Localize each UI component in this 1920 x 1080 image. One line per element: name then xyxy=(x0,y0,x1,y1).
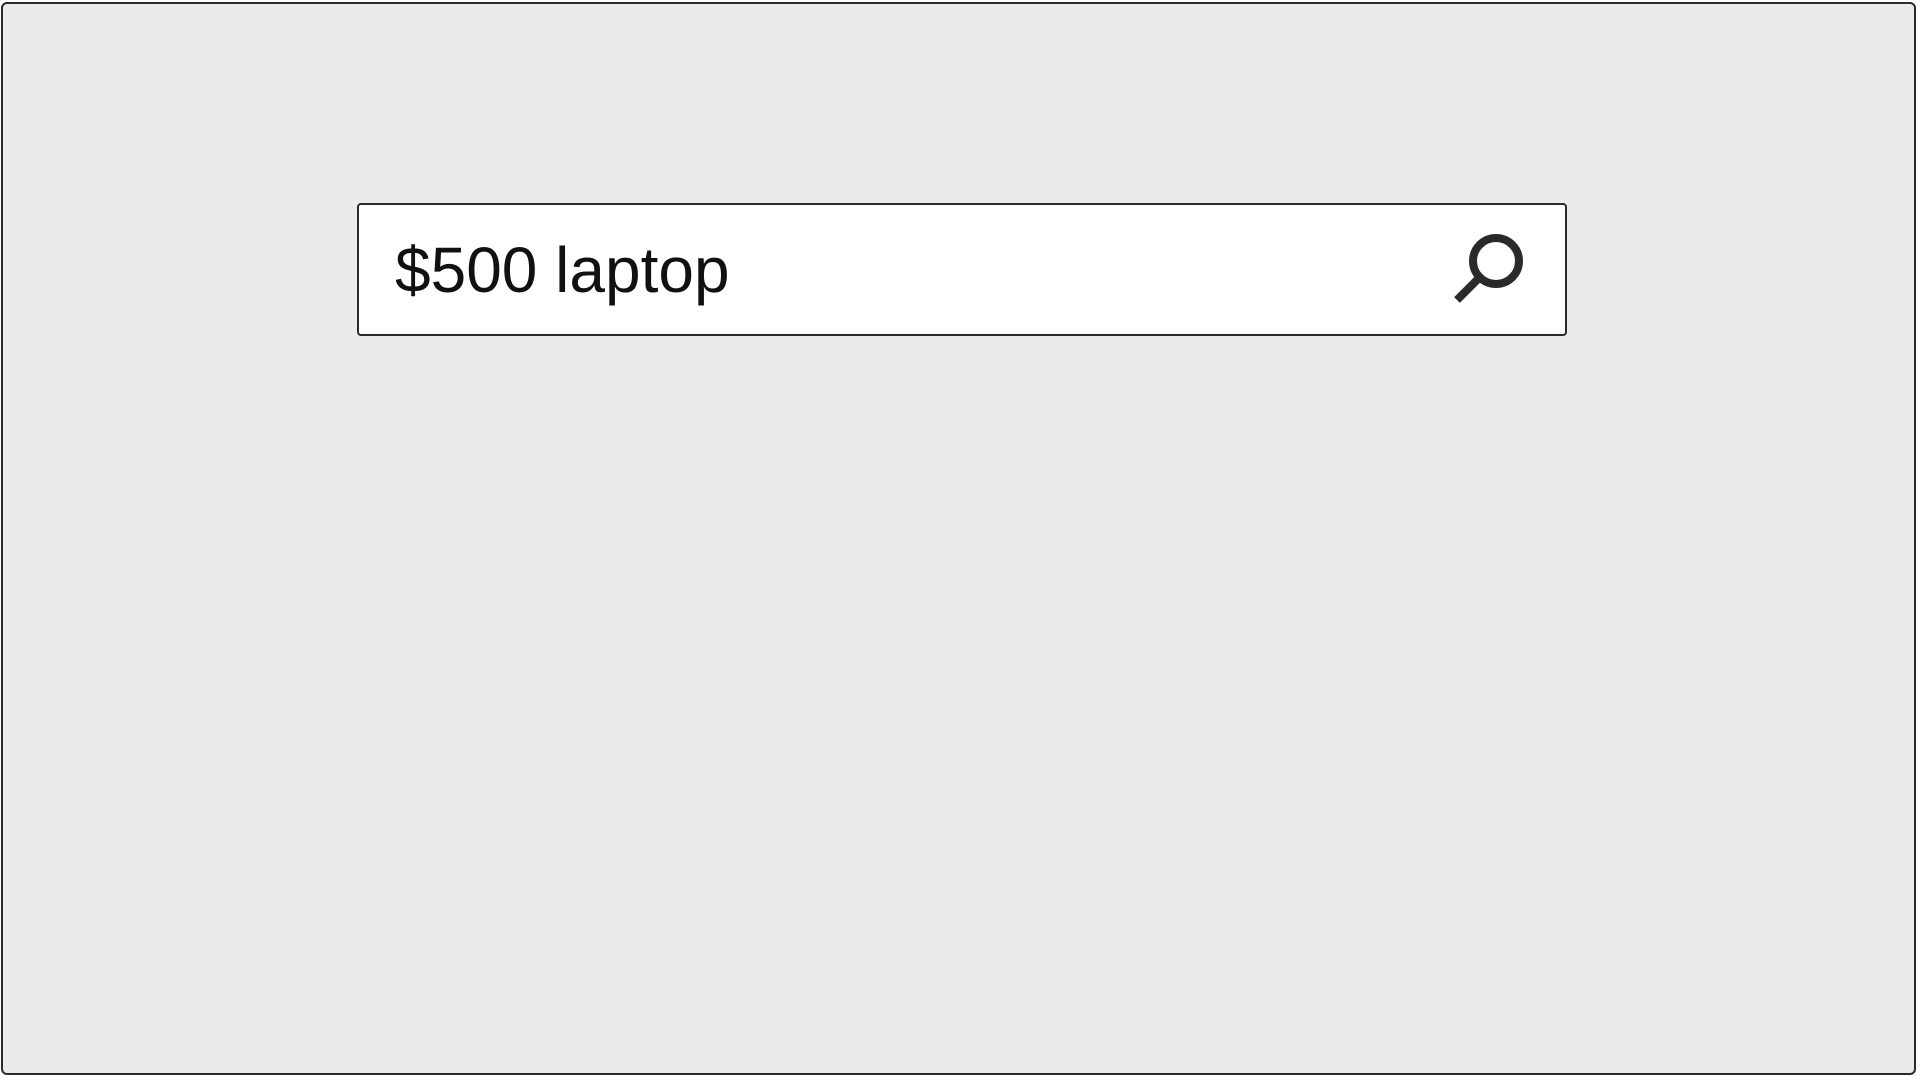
app-window xyxy=(1,2,1916,1075)
search-input[interactable] xyxy=(359,205,1435,334)
search-bar xyxy=(357,203,1567,336)
search-icon xyxy=(1454,233,1523,303)
search-button[interactable] xyxy=(1435,205,1545,334)
